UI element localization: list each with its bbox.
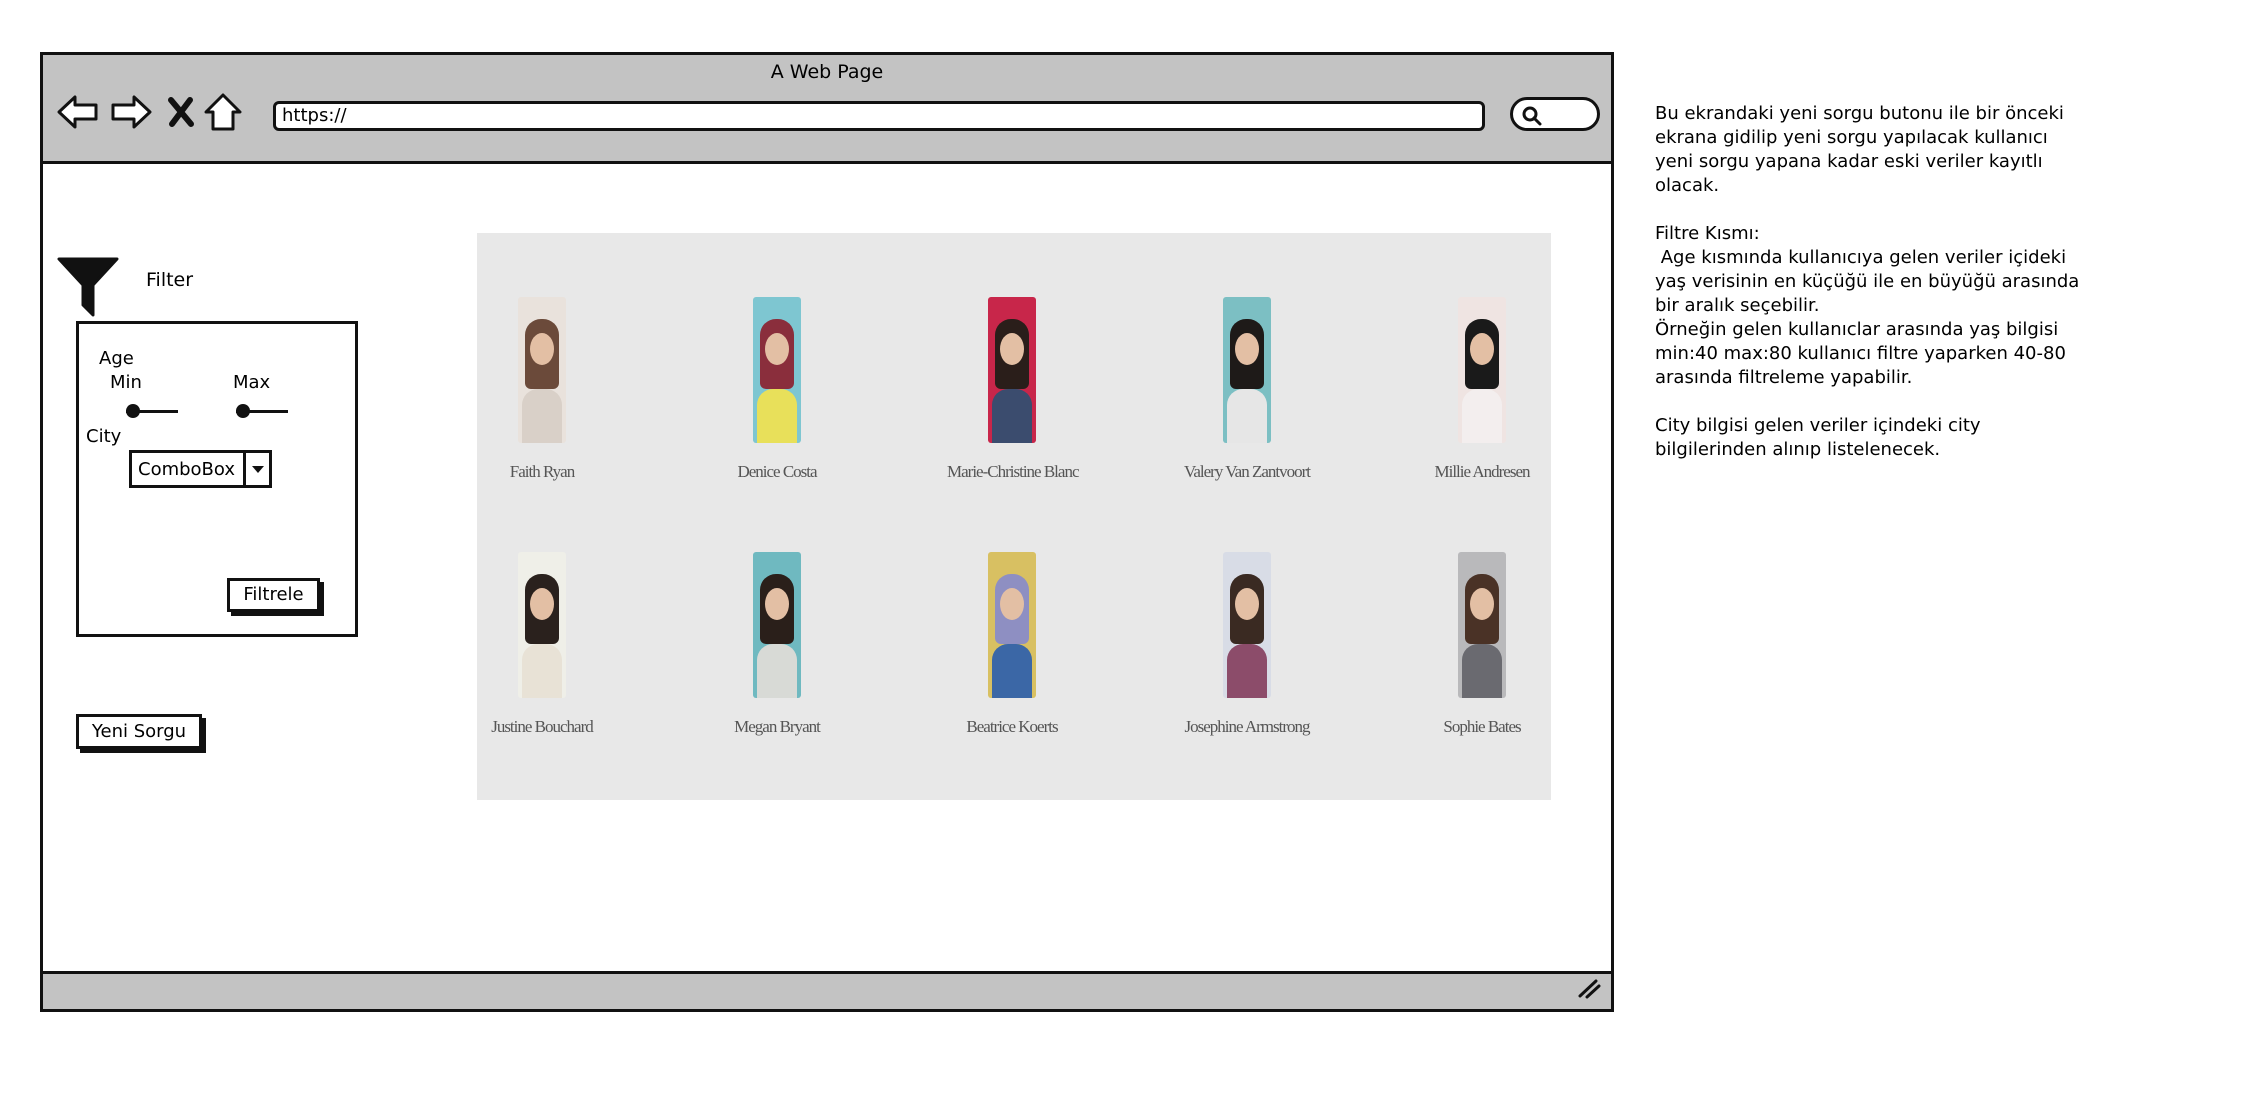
filter-title: Filter xyxy=(146,269,194,291)
person-name[interactable]: Josephine Armstrong xyxy=(1182,717,1312,737)
person-photo[interactable] xyxy=(988,297,1036,443)
photo-face xyxy=(530,588,554,620)
photo-body xyxy=(757,389,797,443)
back-arrow-icon[interactable] xyxy=(55,89,101,135)
browser-window: A Web Page https:// Filter Age Min Max C… xyxy=(40,52,1614,1012)
person-name[interactable]: Sophie Bates xyxy=(1417,717,1547,737)
person-card[interactable]: Faith Ryan xyxy=(477,297,607,502)
person-card[interactable]: Sophie Bates xyxy=(1417,552,1547,757)
photo-body xyxy=(1462,389,1502,443)
person-card[interactable]: Marie-Christine Blanc xyxy=(947,297,1080,502)
slider-knob[interactable] xyxy=(236,404,250,418)
person-name[interactable]: Marie-Christine Blanc xyxy=(947,462,1080,482)
photo-face xyxy=(1235,588,1259,620)
age-max-label: Max xyxy=(233,372,271,393)
person-name[interactable]: Valery Van Zantvoort xyxy=(1182,462,1312,482)
forward-arrow-icon[interactable] xyxy=(108,89,154,135)
person-name[interactable]: Beatrice Koerts xyxy=(947,717,1077,737)
photo-face xyxy=(1235,333,1259,365)
person-name[interactable]: Millie Andresen xyxy=(1417,462,1547,482)
person-photo[interactable] xyxy=(1223,297,1271,443)
person-photo[interactable] xyxy=(988,552,1036,698)
window-title: A Web Page xyxy=(770,61,884,83)
photo-body xyxy=(757,644,797,698)
age-max-slider[interactable] xyxy=(236,404,288,418)
person-name[interactable]: Megan Bryant xyxy=(712,717,842,737)
browser-statusbar xyxy=(43,971,1611,1009)
city-label: City xyxy=(86,426,122,447)
person-photo[interactable] xyxy=(1458,552,1506,698)
person-card[interactable]: Justine Bouchard xyxy=(477,552,607,757)
slider-knob[interactable] xyxy=(126,404,140,418)
search-icon xyxy=(1522,106,1542,126)
filter-apply-button[interactable]: Filtrele xyxy=(227,578,320,612)
person-photo[interactable] xyxy=(518,297,566,443)
photo-body xyxy=(992,389,1032,443)
chevron-down-icon[interactable] xyxy=(243,453,269,485)
photo-face xyxy=(765,588,789,620)
photo-face xyxy=(1470,333,1494,365)
age-min-label: Min xyxy=(110,372,142,393)
city-combobox[interactable]: ComboBox xyxy=(129,450,272,488)
person-photo[interactable] xyxy=(518,552,566,698)
person-photo[interactable] xyxy=(753,297,801,443)
browser-toolbar: A Web Page https:// xyxy=(43,55,1611,164)
photo-body xyxy=(522,389,562,443)
url-input[interactable]: https:// xyxy=(273,101,1485,131)
photo-body xyxy=(1227,644,1267,698)
photo-body xyxy=(522,644,562,698)
funnel-icon xyxy=(57,255,119,323)
person-photo[interactable] xyxy=(753,552,801,698)
person-card[interactable]: Josephine Armstrong xyxy=(1182,552,1312,757)
person-photo[interactable] xyxy=(1223,552,1271,698)
photo-body xyxy=(992,644,1032,698)
photo-body xyxy=(1227,389,1267,443)
city-combobox-value: ComboBox xyxy=(138,458,236,480)
resize-grip-icon[interactable] xyxy=(1577,977,1601,1003)
person-photo[interactable] xyxy=(1458,297,1506,443)
photo-face xyxy=(530,333,554,365)
age-label: Age xyxy=(99,348,134,369)
person-name[interactable]: Justine Bouchard xyxy=(477,717,607,737)
filter-panel: Age Min Max City ComboBox Filtrele xyxy=(76,321,358,637)
person-card[interactable]: Denice Costa xyxy=(712,297,842,502)
person-card[interactable]: Millie Andresen xyxy=(1417,297,1547,502)
person-card[interactable]: Beatrice Koerts xyxy=(947,552,1077,757)
photo-body xyxy=(1462,644,1502,698)
photo-face xyxy=(1000,588,1024,620)
person-name[interactable]: Faith Ryan xyxy=(477,462,607,482)
people-gallery: Faith Ryan Denice Costa Marie-Christine Bl… xyxy=(477,233,1551,800)
photo-face xyxy=(1000,333,1024,365)
age-min-slider[interactable] xyxy=(126,404,178,418)
person-card[interactable]: Valery Van Zantvoort xyxy=(1182,297,1312,502)
search-field[interactable] xyxy=(1510,97,1600,131)
person-card[interactable]: Megan Bryant xyxy=(712,552,842,757)
photo-face xyxy=(765,333,789,365)
home-icon[interactable] xyxy=(200,89,246,135)
person-name[interactable]: Denice Costa xyxy=(712,462,842,482)
photo-face xyxy=(1470,588,1494,620)
new-query-button[interactable]: Yeni Sorgu xyxy=(76,714,202,749)
annotation-note: Bu ekrandaki yeni sorgu butonu ile bir ö… xyxy=(1655,103,2080,460)
close-x-icon[interactable] xyxy=(158,89,204,135)
